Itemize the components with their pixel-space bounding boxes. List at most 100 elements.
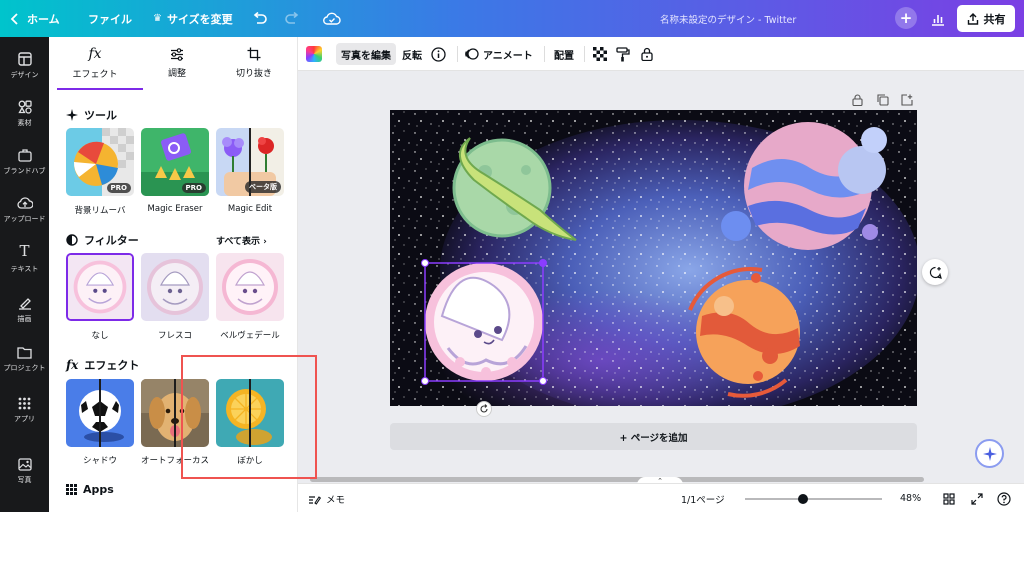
add-collaborator-button[interactable]: + bbox=[895, 7, 917, 29]
effects-title-text: エフェクト bbox=[84, 359, 140, 372]
section-title-tools: ツール bbox=[66, 107, 117, 123]
mascot-thumb-illustration bbox=[68, 255, 132, 319]
edit-photo-label: 写真を編集 bbox=[341, 50, 391, 62]
tab-crop[interactable]: 切り抜き bbox=[214, 37, 294, 89]
zoom-label: 48% bbox=[900, 493, 922, 504]
help-button[interactable] bbox=[997, 484, 1011, 512]
flip-button[interactable]: 反転 bbox=[402, 37, 422, 71]
rail-item-draw[interactable]: 描画 bbox=[0, 286, 49, 334]
edit-photo-button[interactable]: 写真を編集 bbox=[336, 43, 396, 65]
rail-item-design[interactable]: デザイン bbox=[0, 42, 49, 90]
draw-icon bbox=[18, 298, 31, 310]
soccer-ball-illustration bbox=[66, 379, 134, 447]
rail-label: 描画 bbox=[17, 315, 32, 323]
copy-style-button[interactable] bbox=[616, 37, 630, 71]
sliders-icon bbox=[171, 47, 183, 61]
mascot-thumb-illustration bbox=[141, 253, 209, 321]
redo-button[interactable] bbox=[284, 0, 300, 37]
fullscreen-button[interactable] bbox=[971, 484, 983, 512]
zoom-slider[interactable] bbox=[745, 498, 882, 500]
rotate-handle[interactable] bbox=[476, 401, 492, 417]
effect-thumb-blur[interactable] bbox=[216, 379, 284, 447]
tool-thumb-magic-edit[interactable]: ベータ版 bbox=[216, 128, 284, 196]
see-all-filters-link[interactable]: すべて表示 › bbox=[216, 234, 267, 247]
rail-label: アップロード bbox=[3, 215, 46, 223]
resize-handle-top-right[interactable] bbox=[539, 259, 547, 267]
add-page-button[interactable]: + ページを追加 bbox=[390, 423, 917, 450]
dog-illustration bbox=[141, 379, 209, 447]
page-indicator-label: 1/1ページ bbox=[681, 494, 725, 506]
position-button[interactable]: 配置 bbox=[554, 37, 574, 71]
share-label: 共有 bbox=[983, 12, 1006, 26]
position-label: 配置 bbox=[554, 50, 574, 62]
comment-button[interactable] bbox=[922, 259, 948, 285]
folder-icon bbox=[17, 346, 32, 359]
insights-button[interactable] bbox=[926, 7, 950, 31]
design-canvas[interactable] bbox=[390, 110, 917, 406]
tab-adjust[interactable]: 調整 bbox=[137, 37, 217, 89]
rail-item-apps[interactable]: アプリ bbox=[0, 386, 49, 434]
share-upload-icon bbox=[967, 12, 978, 25]
notes-pen-icon bbox=[309, 495, 321, 505]
resize-button[interactable]: ♛ サイズを変更 bbox=[153, 0, 233, 37]
document-title[interactable]: 名称未設定のデザイン - Twitter bbox=[660, 0, 796, 37]
flip-label: 反転 bbox=[402, 50, 422, 62]
add-page-icon bbox=[901, 94, 913, 106]
filter-thumb-fresco[interactable] bbox=[141, 253, 209, 321]
rail-item-brand-hub[interactable]: ブランドハブ bbox=[0, 138, 49, 186]
upload-cloud-icon bbox=[16, 197, 33, 209]
filter-thumb-none[interactable] bbox=[66, 253, 134, 321]
pro-badge: PRO bbox=[181, 183, 206, 193]
rail-item-text[interactable]: T テキスト bbox=[0, 234, 49, 282]
rotate-icon bbox=[480, 404, 488, 413]
zoom-percentage[interactable]: 48% bbox=[900, 484, 921, 512]
transparency-button[interactable] bbox=[593, 37, 607, 71]
section-title-effects: fx エフェクト bbox=[66, 357, 139, 373]
lock-page-button[interactable] bbox=[852, 91, 863, 110]
tab-label: 調整 bbox=[167, 68, 186, 79]
home-button[interactable]: ホーム bbox=[10, 0, 60, 37]
add-page-icon-button[interactable] bbox=[901, 91, 913, 110]
page-indicator[interactable]: 1/1ページ bbox=[681, 484, 725, 512]
grid-view-icon bbox=[943, 492, 955, 505]
resize-handle-bottom-right[interactable] bbox=[539, 377, 547, 385]
grid-view-button[interactable] bbox=[943, 484, 955, 512]
rail-item-projects[interactable]: プロジェクト bbox=[0, 335, 49, 383]
horizontal-scrollbar[interactable] bbox=[310, 477, 924, 482]
zoom-slider-thumb[interactable] bbox=[797, 494, 808, 504]
duplicate-page-button[interactable] bbox=[877, 91, 889, 110]
tool-thumb-bg-remover[interactable]: PRO bbox=[66, 128, 134, 196]
resize-handle-top-left[interactable] bbox=[421, 259, 429, 267]
checkerboard-icon bbox=[593, 47, 607, 61]
resize-handle-bottom-left[interactable] bbox=[421, 377, 429, 385]
notes-button[interactable]: メモ bbox=[308, 484, 345, 512]
rail-item-elements[interactable]: 素材 bbox=[0, 90, 49, 138]
cloud-save-status[interactable] bbox=[323, 0, 341, 37]
info-button[interactable] bbox=[431, 37, 446, 71]
comment-add-icon bbox=[929, 266, 942, 279]
rail-item-uploads[interactable]: アップロード bbox=[0, 186, 49, 234]
share-button[interactable]: 共有 bbox=[957, 5, 1015, 32]
rail-label: テキスト bbox=[10, 265, 39, 273]
crop-icon bbox=[247, 47, 261, 61]
effect-thumb-autofocus[interactable] bbox=[141, 379, 209, 447]
magic-assistant-button[interactable] bbox=[975, 439, 1004, 468]
effect-thumb-shadow[interactable] bbox=[66, 379, 134, 447]
info-icon bbox=[431, 46, 446, 62]
crown-icon: ♛ bbox=[153, 13, 162, 24]
animate-label: アニメート bbox=[483, 50, 533, 62]
apps-grid-icon bbox=[66, 484, 77, 495]
left-nav-rail: デザイン 素材 ブランドハブ アップロード T テキスト 描画 プロジェクト ア bbox=[0, 37, 49, 512]
section-title-filters: フィルター bbox=[66, 232, 139, 248]
color-button[interactable] bbox=[306, 37, 322, 71]
filter-thumb-belvedere[interactable] bbox=[216, 253, 284, 321]
file-menu-button[interactable]: ファイル bbox=[88, 0, 132, 37]
top-bar: ホーム ファイル ♛ サイズを変更 名称未設定のデザイン - Twitter +… bbox=[0, 0, 1024, 37]
editor-area: 写真を編集 反転 アニメート 配置 + ページを追加 ⌃ メモ 1/1ページ 4… bbox=[298, 37, 1024, 512]
animate-button[interactable]: アニメート bbox=[465, 37, 533, 71]
rail-item-photos[interactable]: 写真 bbox=[0, 447, 49, 495]
tool-thumb-magic-eraser[interactable]: PRO bbox=[141, 128, 209, 196]
lock-button[interactable] bbox=[641, 37, 653, 71]
undo-button[interactable] bbox=[252, 0, 268, 37]
tab-effects[interactable]: fx エフェクト bbox=[55, 37, 135, 89]
